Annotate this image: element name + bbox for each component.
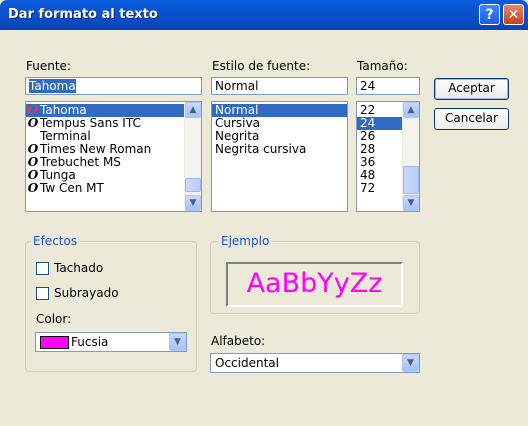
cancel-button[interactable]: Cancelar [434,108,509,130]
effects-group [25,241,197,372]
window-title: Dar formato al texto [8,7,158,22]
sample-text: AaBbYyZz [246,268,383,299]
chevron-down-icon[interactable]: ▼ [169,333,186,351]
color-label: Color: [36,312,72,326]
title-bar[interactable]: Dar formato al texto ? ✕ [0,0,528,30]
opentype-font-icon: O [27,116,39,130]
strikeout-checkbox[interactable] [36,262,49,275]
font-name: Trebuchet MS [40,155,121,169]
font-style-label: Estilo de fuente: [212,59,311,73]
font-input[interactable]: Tahoma [25,77,202,95]
effects-title: Efectos [31,234,80,248]
underline-checkbox[interactable] [36,287,49,300]
font-size-item[interactable]: 72 [357,182,402,195]
chevron-down-icon[interactable]: ▼ [185,195,201,211]
font-list-scrollbar[interactable]: ▲ ▼ [184,102,201,211]
scroll-thumb[interactable] [403,166,419,194]
color-select[interactable]: Fucsia ▼ [35,332,187,352]
help-button[interactable]: ? [479,4,500,25]
sample-preview: AaBbYyZz [226,262,403,307]
opentype-font-icon: O [27,181,39,195]
font-name: Tempus Sans ITC [40,116,141,130]
chevron-up-icon[interactable]: ▲ [403,102,419,118]
font-label: Fuente: [26,59,71,73]
close-button[interactable]: ✕ [503,4,524,25]
font-name: Tahoma [40,103,87,117]
strikeout-label[interactable]: Tachado [54,261,103,275]
chevron-up-icon[interactable]: ▲ [185,102,201,118]
color-select-value: Fucsia [71,335,109,349]
font-style-input[interactable]: Normal [211,77,348,95]
font-name: Tunga [40,168,76,182]
font-style-item[interactable]: Negrita cursiva [212,143,347,156]
font-size-list[interactable]: 22 24 26 28 36 48 72 ▲ ▼ [356,101,420,212]
font-name: Tw Cen MT [40,181,104,195]
chevron-down-icon[interactable]: ▼ [403,195,419,211]
script-label: Alfabeto: [211,334,266,348]
font-name: Times New Roman [40,142,152,156]
font-size-label: Tamaño: [357,59,408,73]
font-size-input[interactable]: 24 [356,77,420,95]
scroll-thumb[interactable] [185,178,201,192]
font-list-item[interactable]: O Tw Cen MT [26,182,184,195]
font-style-list[interactable]: Normal Cursiva Negrita Negrita cursiva [211,101,348,212]
sample-title: Ejemplo [219,234,272,248]
chevron-down-icon[interactable]: ▼ [402,354,419,372]
font-name: Terminal [40,129,91,143]
font-input-value: Tahoma [29,79,76,93]
script-select[interactable]: Occidental ▼ [210,353,420,373]
script-select-value: Occidental [215,356,279,370]
font-size-scrollbar[interactable]: ▲ ▼ [402,102,419,211]
color-swatch [40,336,69,349]
font-list[interactable]: O Tahoma O Tempus Sans ITC Terminal O Times Ne… [25,101,202,212]
ok-button[interactable]: Aceptar [434,78,509,100]
underline-label[interactable]: Subrayado [54,286,119,300]
